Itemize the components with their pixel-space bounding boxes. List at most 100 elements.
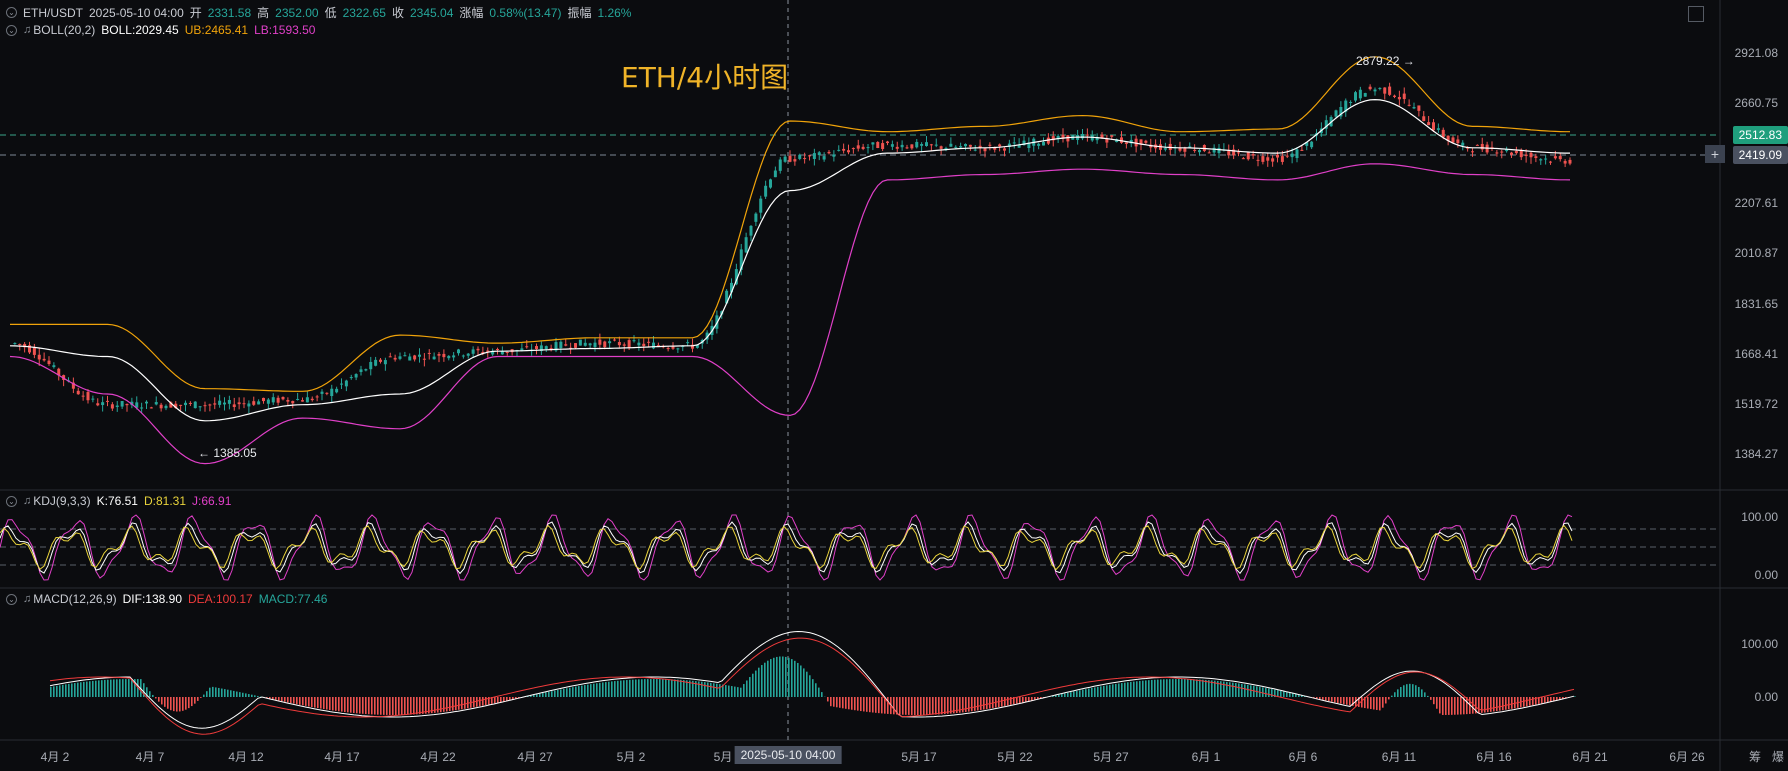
macd-histogram-bar [482, 697, 484, 706]
macd-histogram-bar [479, 697, 481, 707]
macd-histogram-bar [989, 697, 991, 709]
macd-histogram-bar [1232, 682, 1234, 697]
candle-body [559, 341, 563, 349]
macd-histogram-bar [1154, 679, 1156, 697]
candle-body [1417, 105, 1421, 111]
candle-body [871, 142, 875, 145]
macd-histogram-bar [1286, 692, 1288, 697]
macd-histogram-bar [1064, 693, 1066, 697]
macd-histogram-bar [1511, 697, 1513, 709]
macd-histogram-bar [449, 697, 451, 712]
candle-body [939, 146, 943, 149]
macd-histogram-bar [542, 693, 544, 697]
candle-body [1285, 155, 1289, 157]
macd-histogram-bar [458, 697, 460, 710]
high-annotation: 2879.22 → [1356, 54, 1415, 68]
macd-histogram-bar [1493, 697, 1495, 712]
macd-histogram-bar [284, 697, 286, 702]
macd-histogram-bar [224, 689, 226, 697]
macd-histogram-bar [1271, 689, 1273, 697]
macd-histogram-bar [218, 687, 220, 697]
candle-body [847, 150, 850, 153]
candle-body [686, 342, 690, 344]
candle-body [1427, 122, 1431, 126]
macd-histogram-bar [1349, 697, 1351, 706]
macd-histogram-bar [647, 679, 649, 697]
macd-histogram-bar [1508, 697, 1510, 710]
candle-body [564, 344, 568, 346]
candle-body [647, 341, 651, 343]
macd-histogram-bar [461, 697, 463, 710]
candle-body [895, 146, 899, 149]
candle-body [188, 402, 192, 404]
candle-body [457, 349, 460, 354]
date-tick: 4月 27 [517, 750, 553, 764]
candle-body [223, 402, 226, 405]
macd-histogram-bar [383, 697, 385, 715]
macd-histogram-bar [734, 686, 736, 697]
macd-histogram-bar [545, 692, 547, 697]
candle-body [812, 153, 816, 159]
macd-histogram-bar [209, 687, 211, 697]
macd-histogram-bar [1175, 679, 1177, 697]
macd-histogram-bar [170, 697, 172, 711]
candle-body [827, 151, 831, 154]
candle-body [281, 396, 285, 400]
macd-histogram-bar [707, 682, 709, 697]
macd-histogram-bar [179, 697, 181, 712]
macd-histogram-bar [1529, 697, 1531, 706]
macd-histogram-bar [1439, 697, 1441, 714]
chart-canvas[interactable] [0, 0, 1788, 771]
macd-histogram-bar [1106, 685, 1108, 697]
macd-histogram-bar [605, 682, 607, 697]
macd-histogram-bar [878, 697, 880, 714]
candle-body [37, 354, 41, 360]
macd-histogram-bar [1292, 693, 1294, 697]
macd-histogram-bar [116, 679, 118, 697]
macd-histogram-bar [746, 680, 748, 697]
macd-histogram-bar [941, 697, 943, 715]
macd-histogram-bar [227, 689, 229, 697]
candle-body [1519, 150, 1523, 158]
macd-histogram-bar [1376, 697, 1378, 710]
crosshair-date-label: 2025-05-10 04:00 [734, 746, 842, 764]
candle-body [349, 377, 353, 379]
candle-body [125, 404, 129, 406]
candle-body [227, 399, 231, 404]
macd-histogram-bar [125, 679, 127, 697]
candle-body [154, 402, 158, 405]
macd-histogram-bar [1247, 684, 1249, 697]
macd-histogram-bar [1331, 697, 1333, 702]
macd-histogram-bar [1454, 697, 1456, 715]
macd-histogram-bar [656, 679, 658, 697]
candle-body [617, 342, 621, 346]
macd-histogram-bar [416, 697, 418, 715]
macd-histogram-bar [1178, 679, 1180, 697]
macd-histogram-bar [554, 690, 556, 697]
candle-body [1378, 87, 1382, 89]
candle-body [1237, 152, 1240, 154]
macd-histogram-bar [149, 691, 151, 697]
macd-histogram-bar [968, 697, 970, 712]
date-tick: 6月 1 [1191, 750, 1221, 764]
candle-body [1510, 152, 1513, 155]
macd-histogram-bar [827, 697, 829, 702]
macd-histogram-bar [857, 697, 859, 711]
macd-histogram-bar [437, 697, 439, 713]
corner-label-burst[interactable]: 爆 [1772, 748, 1784, 765]
candle-body [374, 359, 378, 366]
macd-histogram-bar [305, 697, 307, 706]
date-tick: 4月 22 [420, 750, 456, 764]
macd-histogram-bar [317, 697, 319, 709]
date-tick: 5月 22 [997, 750, 1033, 764]
add-alert-button[interactable]: + [1705, 145, 1725, 163]
candle-body [432, 356, 436, 360]
macd-histogram-bar [1280, 690, 1282, 697]
macd-histogram-bar [1430, 697, 1432, 700]
macd-histogram-bar [590, 684, 592, 697]
macd-histogram-bar [773, 657, 775, 697]
macd-histogram-bar [1415, 685, 1417, 697]
candle-body [754, 213, 758, 222]
corner-label-chips[interactable]: 筹 [1749, 748, 1761, 765]
candle-body [213, 403, 217, 405]
